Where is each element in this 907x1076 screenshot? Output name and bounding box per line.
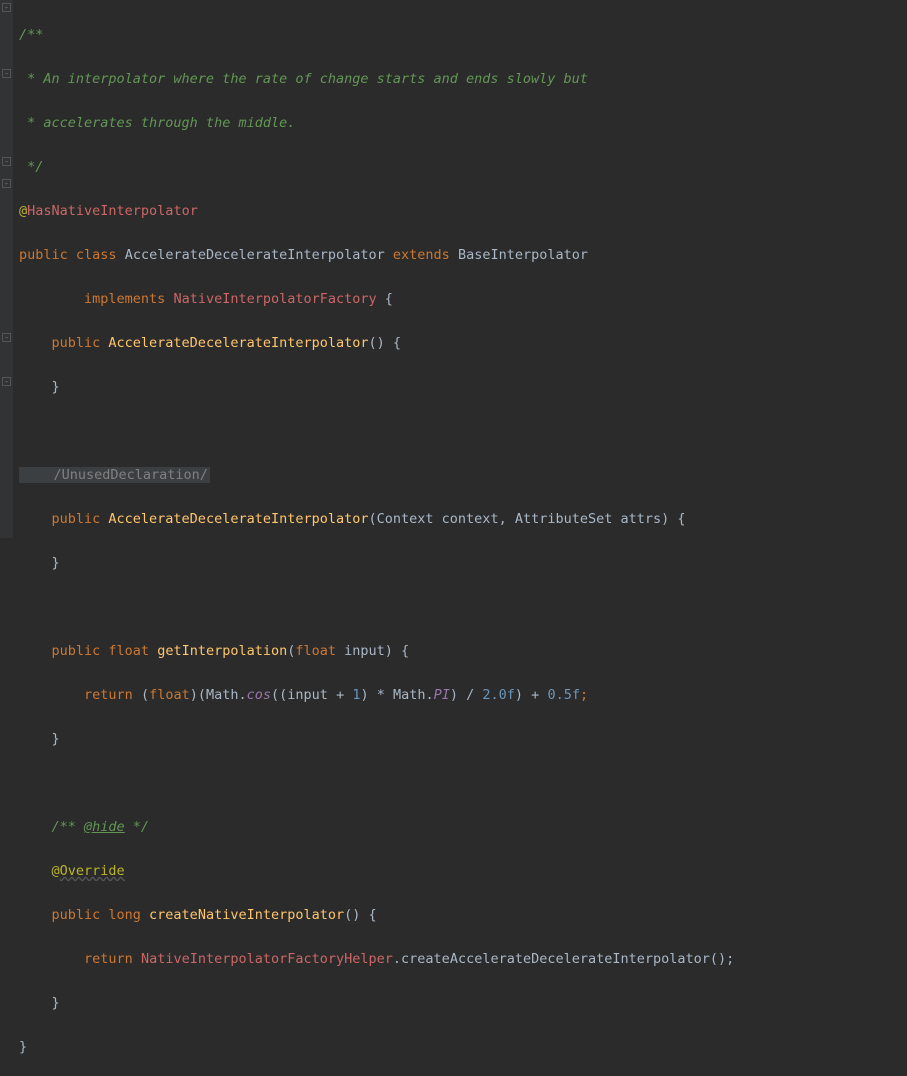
code-line: }: [19, 1036, 907, 1058]
fold-marker-icon[interactable]: -: [2, 179, 11, 188]
fold-marker-icon[interactable]: -: [2, 157, 11, 166]
code-line: [19, 772, 907, 794]
fold-marker-icon[interactable]: -: [2, 377, 11, 386]
code-line: * accelerates through the middle.: [19, 112, 907, 134]
folded-region[interactable]: /UnusedDeclaration/: [19, 467, 210, 483]
code-line: }: [19, 552, 907, 574]
editor-gutter[interactable]: - - - - - -: [0, 0, 13, 538]
code-line: }: [19, 376, 907, 398]
code-editor[interactable]: /** * An interpolator where the rate of …: [13, 0, 907, 538]
code-line: [19, 420, 907, 442]
code-line: */: [19, 156, 907, 178]
fold-marker-icon[interactable]: -: [2, 69, 11, 78]
code-line: implements NativeInterpolatorFactory {: [19, 288, 907, 310]
code-line: public float getInterpolation(float inpu…: [19, 640, 907, 662]
code-line: /** @hide */: [19, 816, 907, 838]
code-line: [19, 596, 907, 618]
code-line: public AccelerateDecelerateInterpolator(…: [19, 508, 907, 530]
code-line: return NativeInterpolatorFactoryHelper.c…: [19, 948, 907, 970]
fold-marker-icon[interactable]: -: [2, 3, 11, 12]
code-line: public class AccelerateDecelerateInterpo…: [19, 244, 907, 266]
fold-marker-icon[interactable]: -: [2, 333, 11, 342]
code-line: /**: [19, 24, 907, 46]
code-line: }: [19, 728, 907, 750]
code-line: }: [19, 992, 907, 1014]
code-line: @HasNativeInterpolator: [19, 200, 907, 222]
code-line: @Override: [19, 860, 907, 882]
code-line: return (float)(Math.cos((input + 1) * Ma…: [19, 684, 907, 706]
code-line: * An interpolator where the rate of chan…: [19, 68, 907, 90]
code-line: public AccelerateDecelerateInterpolator(…: [19, 332, 907, 354]
code-line: /UnusedDeclaration/: [19, 464, 907, 486]
code-line: public long createNativeInterpolator() {: [19, 904, 907, 926]
